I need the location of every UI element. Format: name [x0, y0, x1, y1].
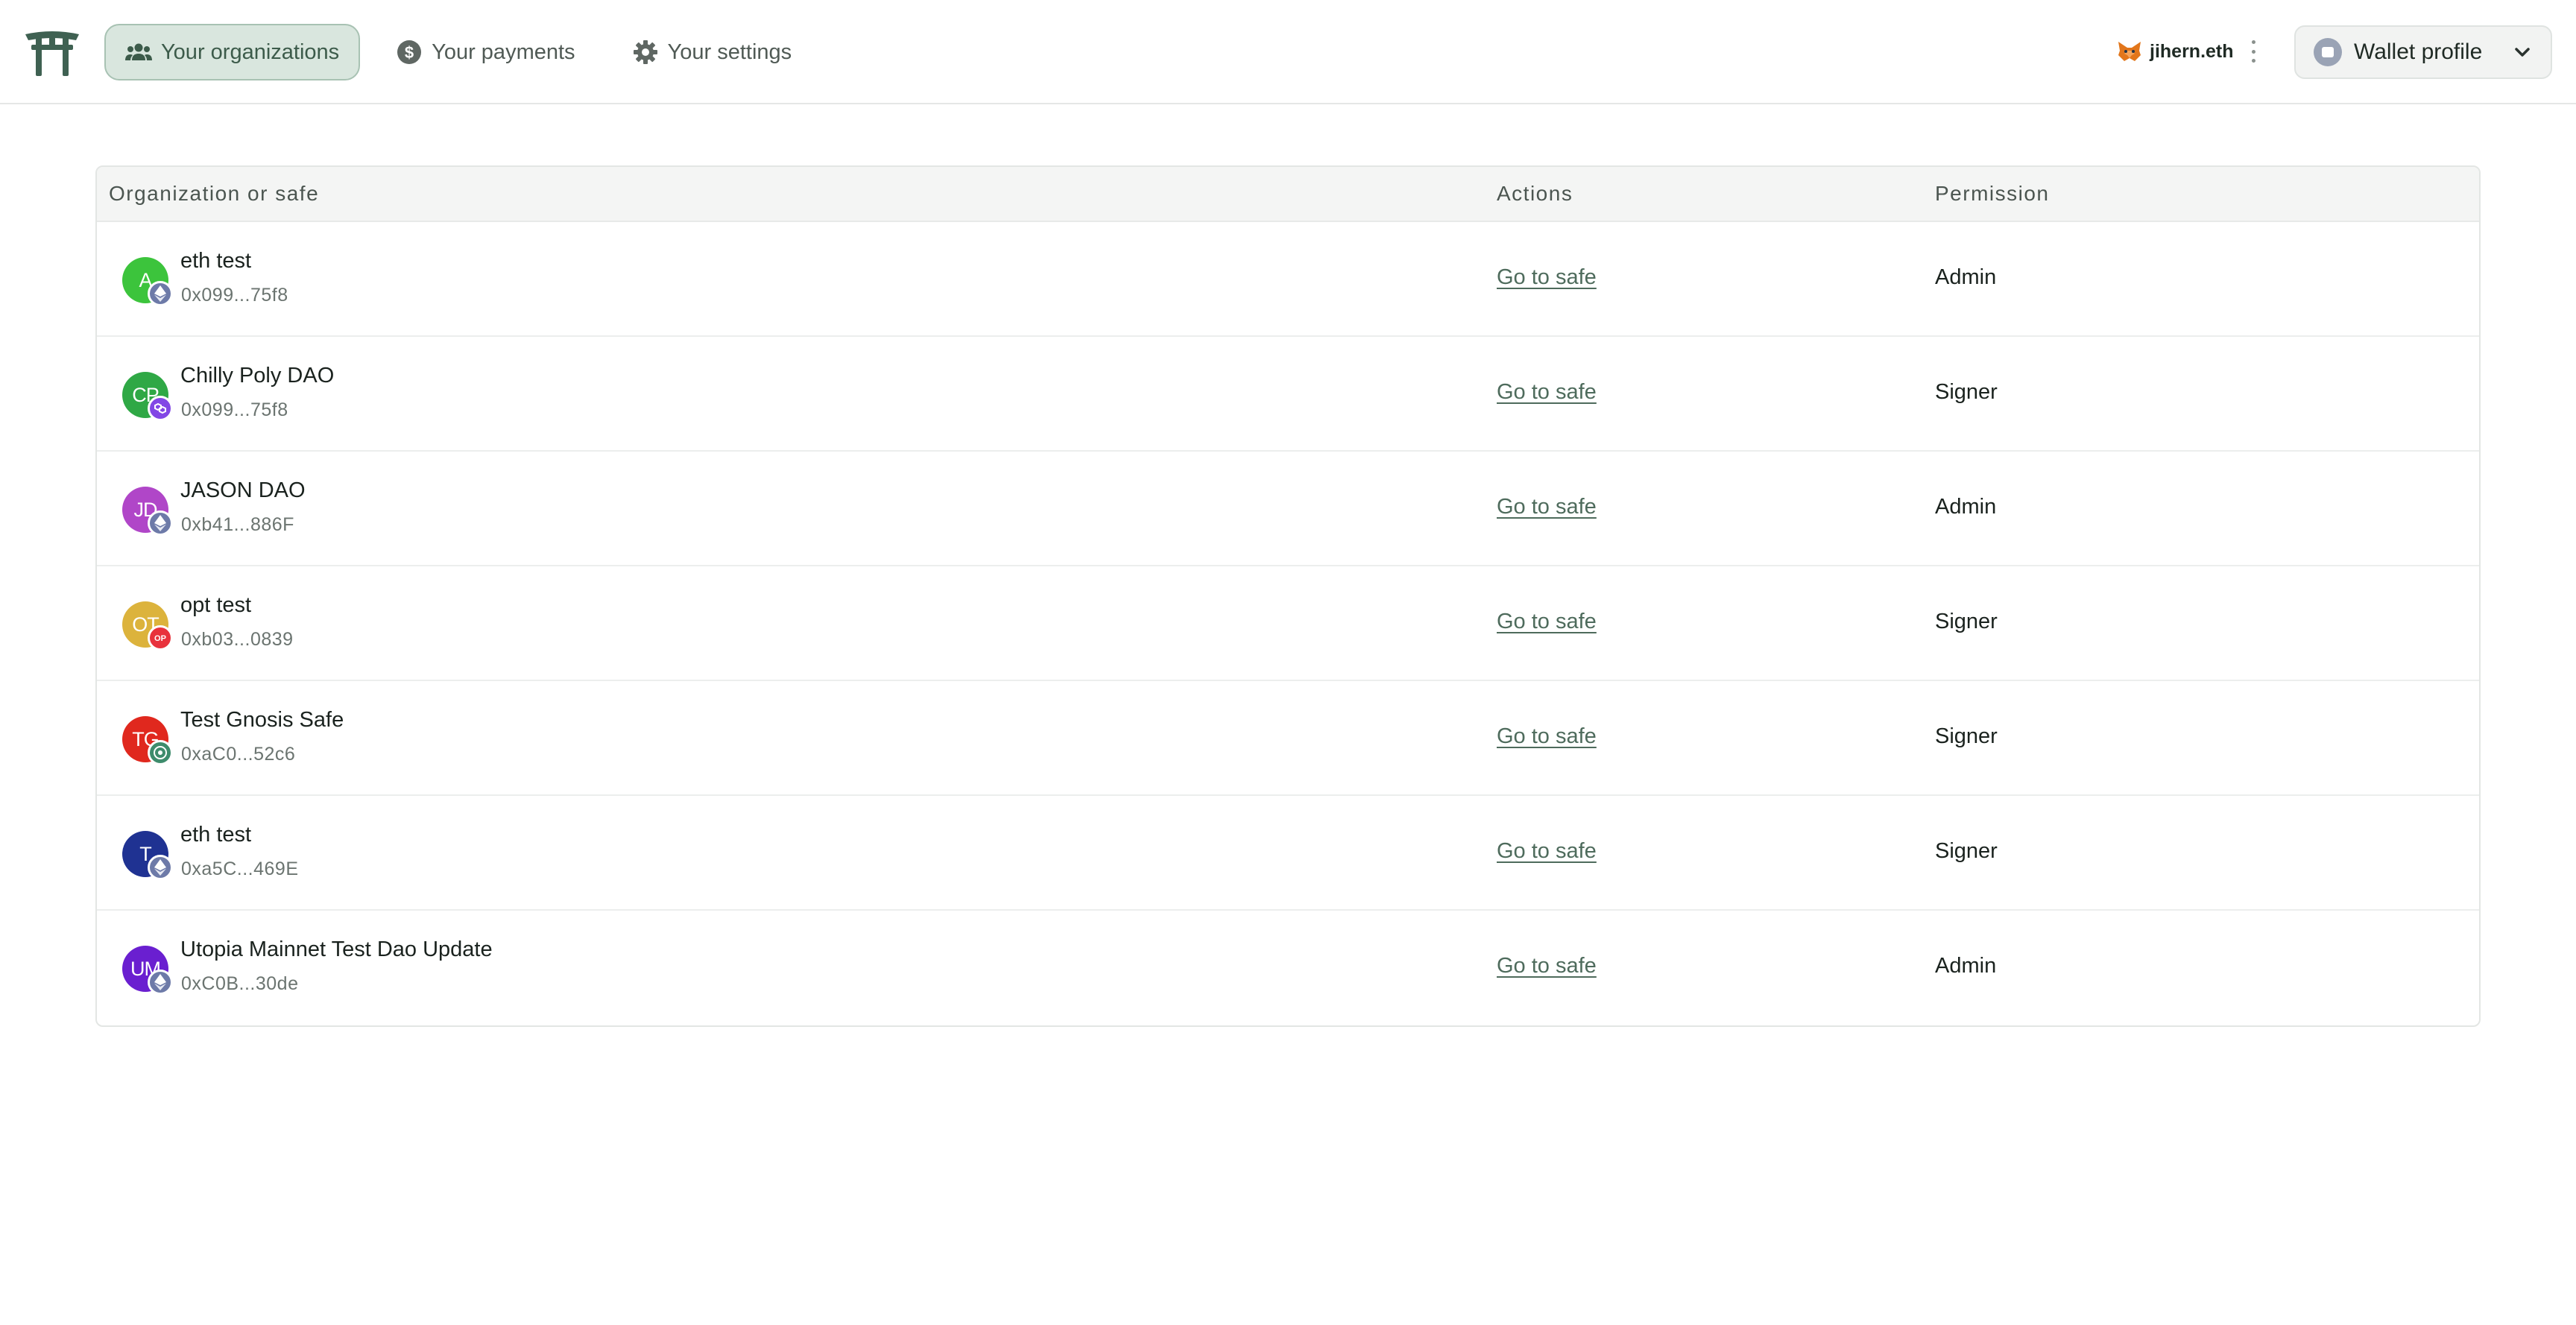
go-to-safe-link[interactable]: Go to safe: [1497, 265, 1597, 290]
account-name: jihern.eth: [2150, 40, 2234, 62]
org-name: opt test: [180, 593, 252, 617]
org-name: Test Gnosis Safe: [180, 708, 344, 732]
table-row: CP Chilly Poly DAO 0x099...75f8 Go to sa…: [97, 337, 2479, 452]
polygon-chain-icon: [148, 396, 173, 421]
permission-label: Signer: [1935, 610, 1998, 633]
org-name: Chilly Poly DAO: [180, 364, 335, 388]
wallet-icon: [2314, 38, 2342, 66]
dollar-icon: $: [396, 39, 423, 66]
permission-label: Signer: [1935, 839, 1998, 863]
gear-icon: [632, 39, 659, 66]
org-address: 0x099...75f8: [181, 399, 288, 420]
more-options-icon[interactable]: [2250, 40, 2258, 63]
table-row: JD JASON DAO 0xb41...886F Go to safe Adm…: [97, 452, 2479, 566]
nav-your-organizations[interactable]: Your organizations: [104, 24, 361, 80]
org-address: 0xC0B...30de: [181, 973, 299, 994]
org-avatar: OT OP: [122, 601, 173, 651]
people-icon: [125, 39, 152, 66]
table-row: T eth test 0xa5C...469E Go to safe Signe…: [97, 796, 2479, 911]
table-header: Organization or safe Actions Permission: [97, 167, 2479, 222]
go-to-safe-link[interactable]: Go to safe: [1497, 610, 1597, 634]
org-address: 0xa5C...469E: [181, 858, 299, 879]
org-address: 0xaC0...52c6: [181, 744, 296, 765]
table-body: A eth test 0x099...75f8 Go to safe Admin…: [97, 222, 2479, 1025]
permission-label: Signer: [1935, 380, 1998, 404]
table-row: TG Test Gnosis Safe 0xaC0...52c6 Go to s…: [97, 681, 2479, 796]
main-nav: Your organizations $ Your payments Your …: [104, 24, 827, 80]
header-permission: Permission: [1935, 182, 2050, 205]
org-address: 0xb03...0839: [181, 629, 294, 650]
ethereum-chain-icon: [148, 281, 173, 306]
nav-your-settings[interactable]: Your settings: [611, 24, 813, 80]
org-avatar: CP: [122, 372, 173, 421]
ethereum-chain-icon: [148, 970, 173, 995]
metamask-fox-icon: [2118, 42, 2141, 61]
wallet-profile-button[interactable]: Wallet profile: [2294, 25, 2552, 79]
org-avatar: TG: [122, 716, 173, 765]
table-row: OT OP opt test 0xb03...0839 Go to safe S…: [97, 566, 2479, 681]
permission-label: Admin: [1935, 495, 1997, 519]
org-avatar: T: [122, 831, 173, 880]
org-name: eth test: [180, 823, 252, 847]
gnosis-chain-icon: [148, 740, 173, 765]
organizations-table: Organization or safe Actions Permission …: [95, 165, 2481, 1027]
org-avatar: UM: [122, 946, 173, 995]
table-row: A eth test 0x099...75f8 Go to safe Admin: [97, 222, 2479, 337]
chevron-down-icon: [2515, 48, 2530, 57]
permission-label: Admin: [1935, 265, 1997, 289]
header-organization: Organization or safe: [109, 182, 320, 205]
permission-label: Signer: [1935, 724, 1998, 748]
org-avatar: A: [122, 257, 173, 306]
go-to-safe-link[interactable]: Go to safe: [1497, 380, 1597, 405]
connected-account[interactable]: jihern.eth: [2117, 34, 2258, 69]
org-avatar: JD: [122, 487, 173, 536]
org-name: eth test: [180, 249, 252, 273]
nav-label: Your settings: [667, 39, 792, 64]
wallet-profile-label: Wallet profile: [2354, 39, 2483, 64]
ethereum-chain-icon: [148, 510, 173, 536]
optimism-chain-icon: OP: [148, 625, 173, 651]
go-to-safe-link[interactable]: Go to safe: [1497, 495, 1597, 519]
go-to-safe-link[interactable]: Go to safe: [1497, 724, 1597, 749]
permission-label: Admin: [1935, 954, 1997, 978]
org-address: 0x099...75f8: [181, 285, 288, 306]
org-name: Utopia Mainnet Test Dao Update: [180, 937, 493, 961]
go-to-safe-link[interactable]: Go to safe: [1497, 954, 1597, 978]
nav-label: Your organizations: [161, 39, 340, 64]
top-navigation-bar: Your organizations $ Your payments Your …: [0, 0, 2576, 104]
nav-label: Your payments: [432, 39, 575, 64]
ethereum-chain-icon: [148, 855, 173, 880]
header-actions: Actions: [1497, 182, 1573, 205]
org-address: 0xb41...886F: [181, 514, 294, 535]
go-to-safe-link[interactable]: Go to safe: [1497, 839, 1597, 864]
svg-text:$: $: [405, 43, 414, 62]
svg-text:OP: OP: [154, 634, 166, 643]
nav-your-payments[interactable]: $ Your payments: [375, 24, 596, 80]
torii-gate-logo-icon[interactable]: [22, 27, 82, 78]
table-row: UM Utopia Mainnet Test Dao Update 0xC0B.…: [97, 911, 2479, 1025]
org-name: JASON DAO: [180, 478, 306, 502]
